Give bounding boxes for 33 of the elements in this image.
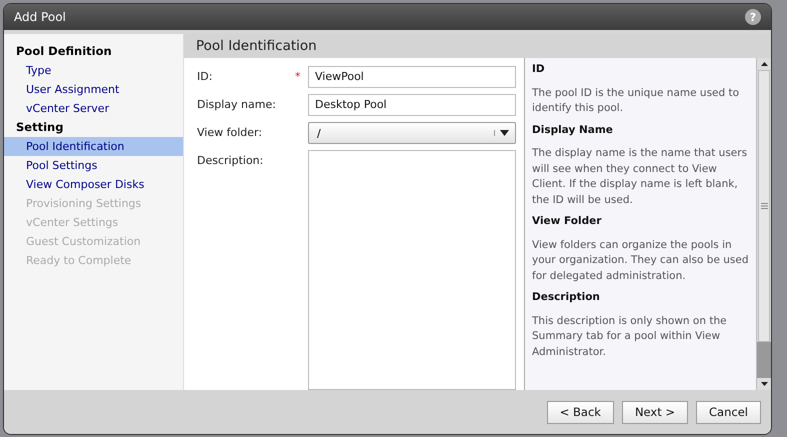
footer-button[interactable]: Next > bbox=[622, 400, 688, 424]
description-field[interactable] bbox=[308, 150, 516, 390]
grip-icon bbox=[760, 203, 768, 209]
caret-icon bbox=[494, 130, 509, 136]
field-label: View folder: bbox=[197, 125, 264, 141]
help-text: This description is only shown on the Summary tab for a pool within View Administrator. bbox=[532, 314, 728, 360]
sidebar-heading: Setting bbox=[15, 119, 64, 136]
required-mark: * bbox=[295, 70, 300, 83]
help-text: The display name is the name that users will see when they connect to View Client. If the display name is left blank, the ID will be used. bbox=[532, 146, 748, 208]
sidebar-item[interactable]: Type bbox=[4, 61, 183, 80]
footer-button[interactable]: Cancel bbox=[696, 400, 761, 424]
help-heading: Description bbox=[532, 290, 601, 305]
sidebar-item[interactable]: Pool Settings bbox=[4, 156, 183, 175]
scroll-thumb[interactable] bbox=[758, 70, 770, 342]
input-field[interactable]: Desktop Pool bbox=[308, 94, 516, 116]
footer-button[interactable]: < Back bbox=[546, 400, 614, 424]
window-title: Add Pool bbox=[14, 10, 66, 24]
field-label: Description: bbox=[197, 153, 264, 169]
field-label: ID: bbox=[197, 69, 214, 85]
folder-dropdown[interactable]: / bbox=[308, 122, 516, 144]
sidebar-item[interactable]: User Assignment bbox=[4, 80, 183, 99]
sidebar-item[interactable]: vCenter Server bbox=[4, 99, 183, 118]
input-field[interactable]: ViewPool bbox=[308, 66, 516, 88]
help-heading: View Folder bbox=[532, 214, 602, 229]
help-heading: Display Name bbox=[532, 122, 614, 138]
sidebar-heading: Pool Definition bbox=[15, 43, 113, 60]
sidebar-item[interactable]: Pool Identification bbox=[4, 137, 183, 156]
help-heading: ID bbox=[532, 62, 546, 77]
scrollbar[interactable] bbox=[756, 58, 771, 390]
help-text: The pool ID is the unique name used to identify this pool. bbox=[532, 86, 740, 116]
help-text: View folders can organize the pools in your organization. They can also be used for delegated administration. bbox=[532, 238, 750, 284]
field-label: Display name: bbox=[197, 97, 277, 113]
sidebar-item[interactable]: View Composer Disks bbox=[4, 175, 183, 194]
